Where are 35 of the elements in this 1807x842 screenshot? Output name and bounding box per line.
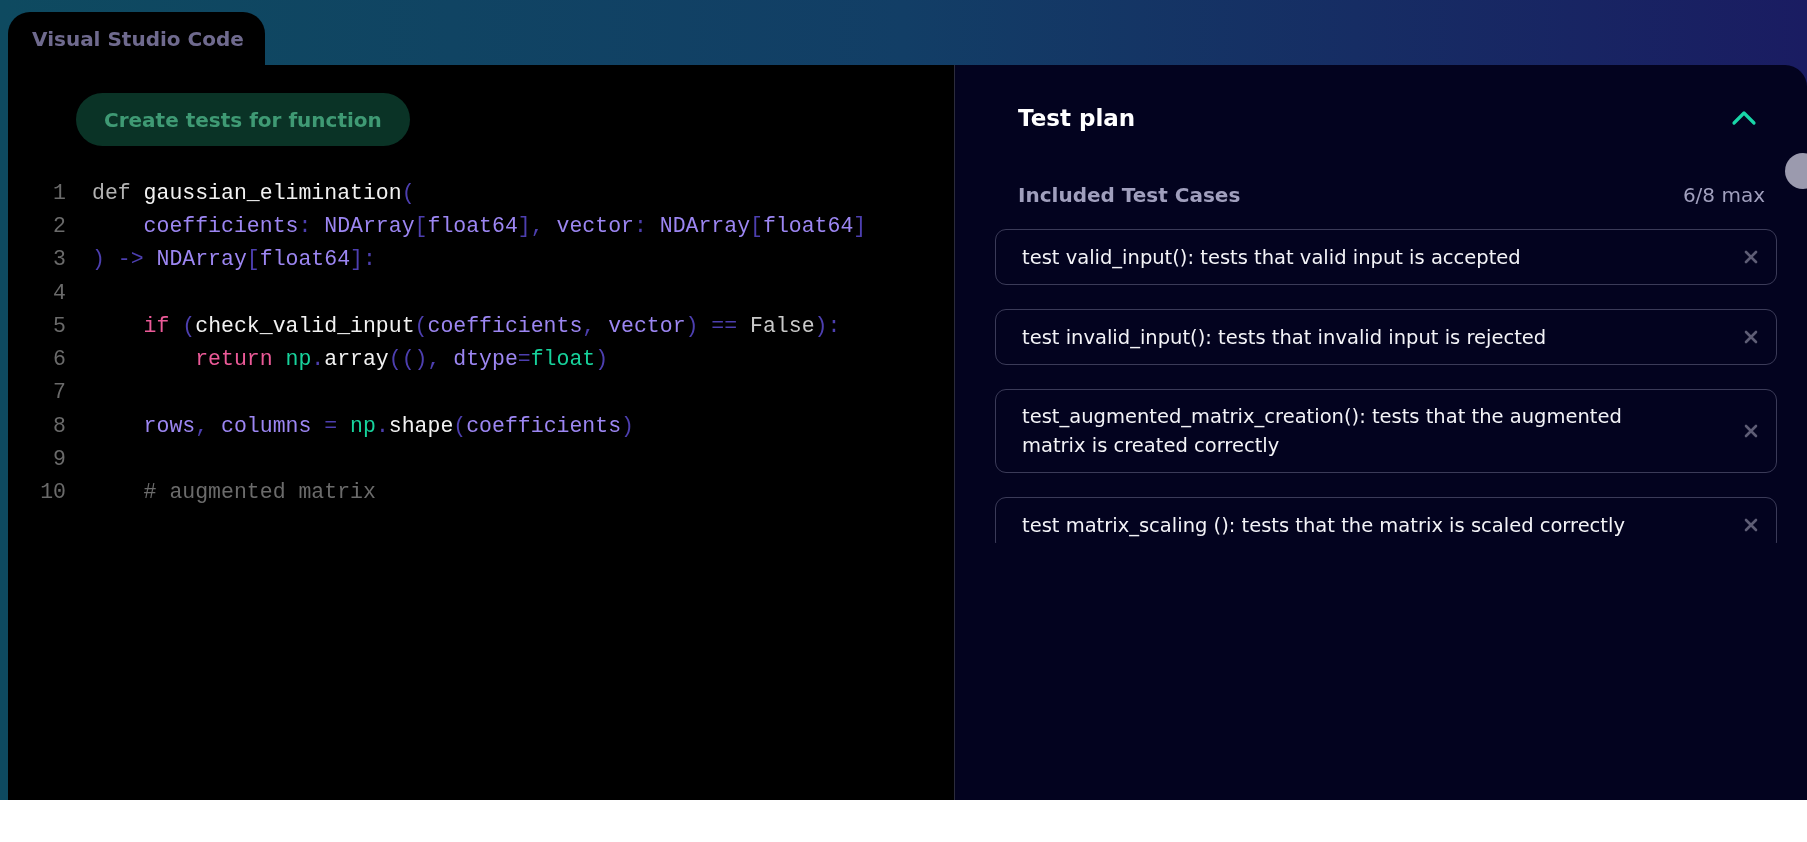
window-title: Visual Studio Code <box>8 12 265 65</box>
code-line: coefficients: NDArray[float64], vector: NDArray[float64] <box>142 213 867 238</box>
code-line: rows, columns = np.shape(coefficients) <box>142 413 634 438</box>
code-line: ) -> NDArray[float64]: <box>92 247 376 272</box>
line-number: 6 <box>52 347 67 372</box>
section-title: Included Test Cases <box>1018 183 1241 207</box>
line-number: 4 <box>52 280 67 305</box>
line-number: 9 <box>52 447 67 471</box>
test-case-text: test matrix_scaling (): tests that the matrix is scaled correctly <box>1022 512 1625 539</box>
test-case-text: test_augmented_matrix_creation(): tests that the augmented matrix is created correctly <box>1022 404 1623 459</box>
remove-button[interactable] <box>1742 516 1760 534</box>
close-icon <box>1744 330 1758 344</box>
close-icon <box>1744 424 1758 438</box>
line-number: 2 <box>52 213 67 238</box>
close-icon <box>1744 250 1758 264</box>
code-line: def gaussian_elimination( <box>92 180 415 205</box>
close-icon <box>1744 518 1758 532</box>
code-line: return np.array((), dtype=float) <box>194 347 609 372</box>
panel-title: Test plan <box>1018 105 1136 131</box>
line-number: 7 <box>52 380 67 405</box>
line-number: 8 <box>52 413 67 438</box>
case-count: 6/8 max <box>1682 183 1765 207</box>
line-number: 1 <box>52 180 67 205</box>
code-line: if (check_valid_input(coefficients, vector) == False): <box>142 313 841 338</box>
remove-button[interactable] <box>1742 248 1760 266</box>
test-case-text: test invalid_input(): tests that invalid input is rejected <box>1022 324 1547 351</box>
line-number: 10 <box>39 480 67 505</box>
test-case-text: test valid_input(): tests that valid input is accepted <box>1022 244 1521 271</box>
remove-button[interactable] <box>1742 328 1760 346</box>
line-number: 5 <box>52 313 67 338</box>
create-tests-button[interactable]: Create tests for function <box>76 93 410 146</box>
code-line: # augmented matrix <box>142 480 376 505</box>
chevron-icon <box>1731 110 1757 126</box>
remove-button[interactable] <box>1742 422 1760 440</box>
line-number: 3 <box>52 247 67 272</box>
